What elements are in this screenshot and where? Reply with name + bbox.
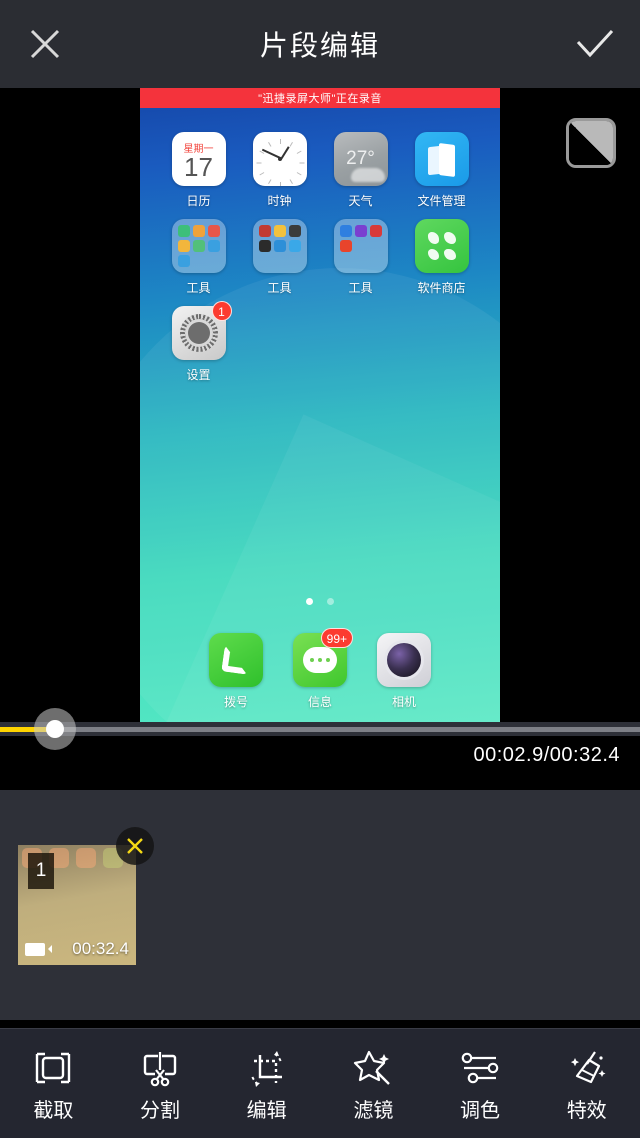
clip-thumbnail[interactable]: 1 00:32.4 xyxy=(18,845,136,965)
contrast-icon[interactable] xyxy=(566,118,616,168)
app-clock[interactable]: 时钟 xyxy=(239,122,320,209)
tool-trim[interactable]: 截取 xyxy=(0,1044,107,1123)
calendar-day: 17 xyxy=(184,152,213,182)
crop-rotate-icon xyxy=(250,1051,282,1087)
header-bar: 片段编辑 xyxy=(0,0,640,88)
tool-effects[interactable]: 特效 xyxy=(533,1044,640,1123)
check-icon xyxy=(576,29,614,58)
close-icon xyxy=(127,838,143,854)
app-label: 信息 xyxy=(307,695,332,709)
tool-label: 编辑 xyxy=(246,1100,287,1122)
tool-label: 特效 xyxy=(566,1100,607,1122)
video-clip-editor: 片段编辑 "迅捷录屏大师"正在录音 星期一 17 日历 时钟 27° 天气 文件… xyxy=(0,0,640,1138)
sliders-icon xyxy=(461,1052,499,1084)
tool-label: 调色 xyxy=(460,1100,501,1122)
app-label: 时钟 xyxy=(267,194,292,208)
app-label: 相机 xyxy=(391,695,416,709)
page-dot xyxy=(327,598,334,605)
tool-color[interactable]: 调色 xyxy=(427,1044,534,1123)
dock-app-phone[interactable]: 拨号 xyxy=(194,623,278,710)
trim-icon xyxy=(36,1052,71,1084)
phone-home-screen-frame: "迅捷录屏大师"正在录音 星期一 17 日历 时钟 27° 天气 文件管理 工具… xyxy=(140,88,500,722)
dock-app-camera[interactable]: 相机 xyxy=(362,623,446,710)
confirm-button[interactable] xyxy=(550,0,640,88)
video-camera-icon xyxy=(25,942,52,956)
clock-icon xyxy=(252,132,307,186)
close-icon xyxy=(30,29,60,59)
folder-tools-2[interactable]: 工具 xyxy=(239,209,320,296)
app-label: 天气 xyxy=(348,194,373,208)
app-label: 工具 xyxy=(267,281,292,295)
page-indicator-dots xyxy=(140,592,500,610)
effects-broom-icon xyxy=(570,1051,606,1084)
home-row-3: 1 设置 xyxy=(158,296,482,383)
close-button[interactable] xyxy=(0,0,90,88)
app-label: 文件管理 xyxy=(417,194,466,208)
dock-app-messages[interactable]: 99+ 信息 xyxy=(278,623,362,710)
clip-duration: 00:32.4 xyxy=(72,939,129,958)
weather-temp: 27° xyxy=(346,148,375,169)
settings-badge: 1 xyxy=(211,301,232,321)
home-row-2: 工具 工具 工具 软件商店 xyxy=(158,209,482,296)
tool-split[interactable]: 分割 xyxy=(107,1044,214,1123)
page-dot-active xyxy=(306,598,313,605)
app-label: 软件商店 xyxy=(417,281,466,295)
playback-scrubber[interactable] xyxy=(0,708,640,750)
home-screen-grid: 星期一 17 日历 时钟 27° 天气 文件管理 工具 工具 工具 软件商店 1… xyxy=(140,108,500,383)
timecode-display: 00:02.9/00:32.4 xyxy=(473,744,620,766)
filter-wand-icon xyxy=(354,1050,391,1085)
home-row-1: 星期一 17 日历 时钟 27° 天气 文件管理 xyxy=(158,122,482,209)
scrubber-handle[interactable] xyxy=(34,708,76,750)
tool-filter[interactable]: 滤镜 xyxy=(320,1044,427,1123)
folder-tools-1[interactable]: 工具 xyxy=(158,209,239,296)
file-manager-icon xyxy=(414,132,469,186)
app-calendar[interactable]: 星期一 17 日历 xyxy=(158,122,239,209)
app-file-manager[interactable]: 文件管理 xyxy=(401,122,482,209)
app-label: 设置 xyxy=(186,368,211,382)
phone-icon xyxy=(209,633,263,687)
app-weather[interactable]: 27° 天气 xyxy=(320,122,401,209)
split-scissors-icon xyxy=(143,1052,177,1087)
tool-label: 滤镜 xyxy=(353,1100,394,1122)
tool-label: 截取 xyxy=(33,1100,74,1122)
folder-icon xyxy=(171,219,226,273)
tool-edit[interactable]: 编辑 xyxy=(213,1044,320,1123)
app-label: 工具 xyxy=(186,281,211,295)
tool-label: 分割 xyxy=(140,1100,180,1122)
clip-item[interactable]: 1 00:32.4 xyxy=(18,827,154,965)
app-label: 工具 xyxy=(348,281,373,295)
app-store-icon xyxy=(414,219,469,273)
camera-icon xyxy=(377,633,431,687)
folder-tools-3[interactable]: 工具 xyxy=(320,209,401,296)
weather-icon: 27° xyxy=(333,132,388,186)
folder-icon xyxy=(333,219,388,273)
delete-clip-button[interactable] xyxy=(116,827,154,865)
recording-banner: "迅捷录屏大师"正在录音 xyxy=(140,88,500,108)
video-preview-area[interactable]: "迅捷录屏大师"正在录音 星期一 17 日历 时钟 27° 天气 文件管理 工具… xyxy=(0,88,640,722)
app-app-store[interactable]: 软件商店 xyxy=(401,209,482,296)
calendar-icon: 星期一 17 xyxy=(171,132,226,186)
folder-icon xyxy=(252,219,307,273)
app-label: 拨号 xyxy=(223,695,248,709)
app-label: 日历 xyxy=(186,194,211,208)
page-title: 片段编辑 xyxy=(259,30,380,61)
bottom-toolbar: 截取 分割 编辑 滤镜 调色 特效 xyxy=(0,1028,640,1138)
clip-tray: 1 00:32.4 xyxy=(0,790,640,1020)
home-dock: 拨号 99+ 信息 相机 xyxy=(140,623,500,710)
messages-badge: 99+ xyxy=(320,628,353,648)
scrubber-track[interactable] xyxy=(0,727,640,732)
app-settings[interactable]: 1 设置 xyxy=(158,296,239,383)
clip-index: 1 xyxy=(28,853,54,889)
